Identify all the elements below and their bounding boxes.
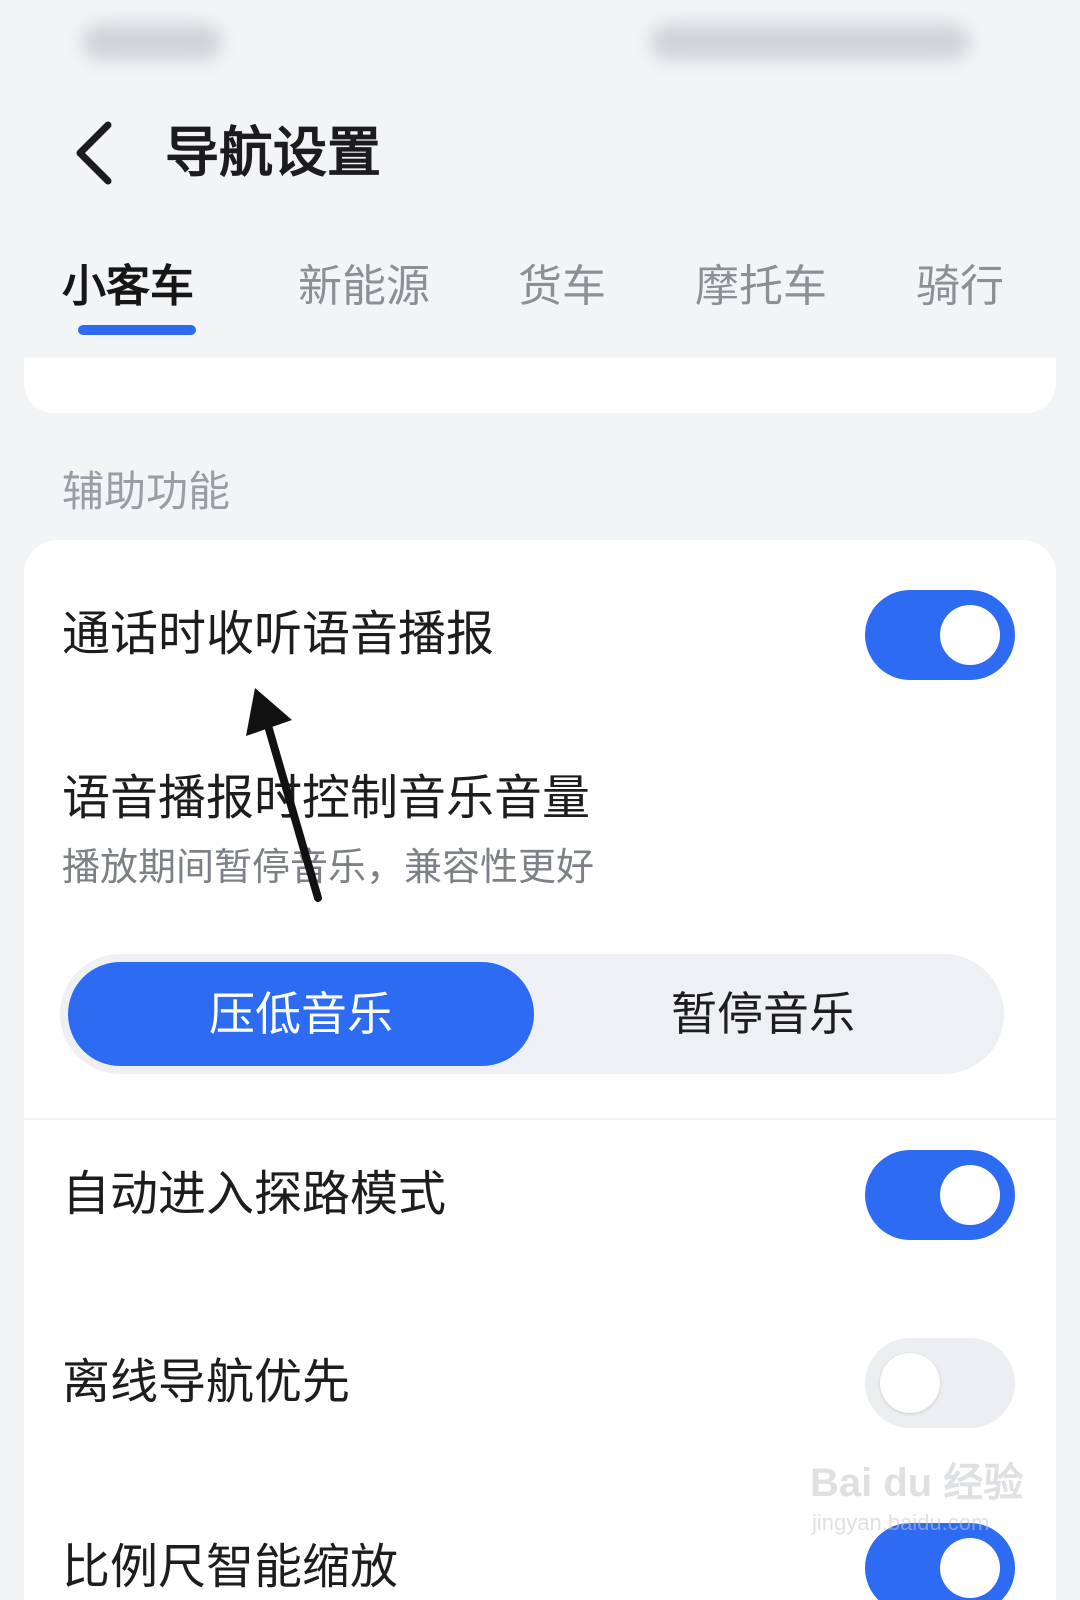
smart-zoom-label: 比例尺智能缩放: [62, 1539, 399, 1595]
page-title: 导航设置: [165, 121, 381, 184]
status-icons-blurred: [650, 24, 970, 60]
pause-music-option[interactable]: 暂停音乐: [530, 962, 996, 1066]
watermark-brand: Bai du 经验: [810, 1461, 1024, 1505]
toggle-knob: [940, 605, 1000, 665]
tab-car[interactable]: 小客车: [62, 257, 194, 317]
divider: [24, 1118, 1056, 1120]
toggle-knob: [940, 1165, 1000, 1225]
header-bar: 导航设置: [0, 95, 1080, 215]
baidu-jingyan-watermark: Bai du 经验 jingyan.baidu.com: [810, 1450, 1030, 1550]
status-bar: [0, 0, 1080, 90]
tab-truck[interactable]: 货车: [518, 257, 606, 317]
call-broadcast-toggle[interactable]: [865, 590, 1015, 680]
tab-motorcycle[interactable]: 摩托车: [695, 257, 827, 317]
settings-card: 通话时收听语音播报 语音播报时控制音乐音量 播放期间暂停音乐，兼容性更好 压低音…: [24, 540, 1056, 1600]
back-button[interactable]: [58, 113, 138, 193]
music-volume-label: 语音播报时控制音乐音量: [62, 770, 591, 826]
explore-mode-toggle[interactable]: [865, 1150, 1015, 1240]
call-broadcast-label: 通话时收听语音播报: [62, 606, 495, 662]
section-header: 辅助功能: [62, 467, 231, 516]
navigation-settings-screen: 导航设置 小客车 新能源 货车 摩托车 骑行 辅助功能 通话时收听语音播报 语音…: [0, 0, 1080, 1600]
tab-cycling[interactable]: 骑行: [916, 257, 1004, 317]
back-chevron-icon: [76, 121, 112, 185]
offline-first-label: 离线导航优先: [62, 1354, 351, 1410]
lower-music-option[interactable]: 压低音乐: [68, 962, 534, 1066]
music-volume-segmented-control: 压低音乐 暂停音乐: [60, 954, 1004, 1074]
offline-first-toggle[interactable]: [865, 1338, 1015, 1428]
music-volume-subtitle: 播放期间暂停音乐，兼容性更好: [62, 845, 595, 889]
previous-card-bottom: [24, 358, 1056, 413]
vehicle-tabs: 小客车 新能源 货车 摩托车 骑行: [0, 245, 1080, 355]
watermark-url: jingyan.baidu.com: [812, 1510, 990, 1535]
status-time-blurred: [82, 24, 222, 60]
tab-new-energy[interactable]: 新能源: [298, 257, 430, 317]
explore-mode-label: 自动进入探路模式: [62, 1166, 447, 1222]
active-tab-indicator: [78, 325, 196, 335]
toggle-knob: [880, 1353, 940, 1413]
